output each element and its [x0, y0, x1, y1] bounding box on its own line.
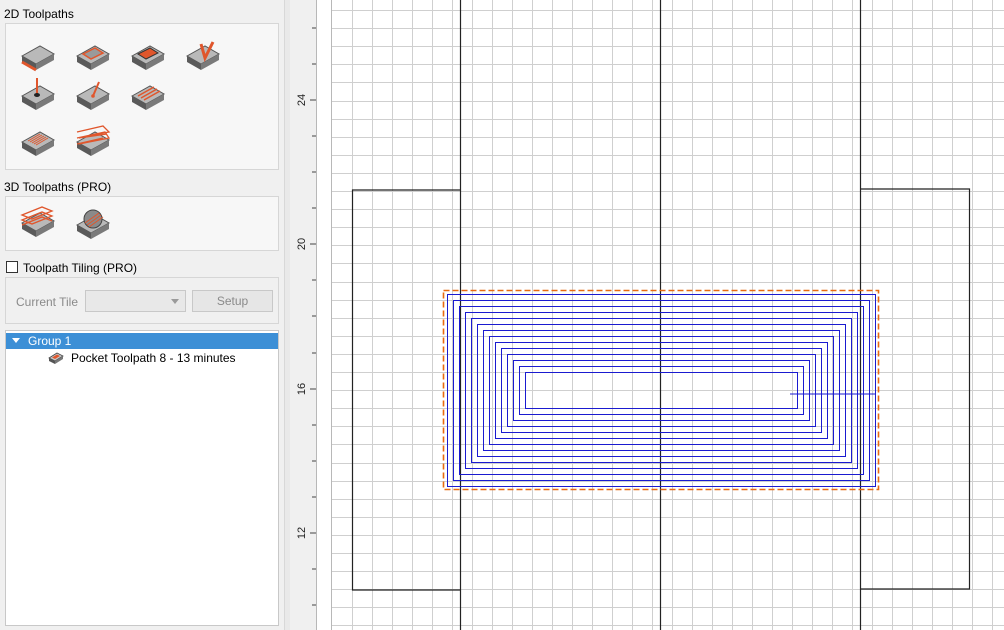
v-carve-toolpath-icon[interactable] [181, 34, 225, 78]
current-tile-label: Current Tile [16, 295, 79, 309]
tree-group-row[interactable]: Group 1 [6, 333, 278, 349]
setup-button[interactable]: Setup [192, 290, 273, 312]
fluting-toolpath-icon[interactable] [16, 120, 60, 164]
chevron-down-icon [171, 299, 179, 304]
2d-toolpaths-box [5, 23, 279, 170]
tree-group-label: Group 1 [28, 334, 72, 348]
ruler-label-24: 24 [296, 94, 308, 106]
tiling-options-box: Current Tile Setup [5, 277, 279, 324]
3d-roughing-toolpath-icon[interactable] [16, 201, 60, 245]
profile-toolpath-icon[interactable] [16, 34, 60, 78]
texture-toolpath-icon[interactable] [126, 74, 170, 118]
vertical-ruler: 24 20 16 12 [290, 0, 316, 630]
pocket-toolpath-icon[interactable] [71, 34, 115, 78]
ruler-label-12: 12 [296, 527, 308, 539]
vector-right-rectangle[interactable] [860, 188, 971, 590]
3d-finishing-toolpath-icon[interactable] [71, 201, 115, 245]
toolpath-tree: Group 1 Pocket Toolpath 8 - 13 minutes [5, 330, 279, 626]
2d-toolpaths-title: 2D Toolpaths [4, 7, 74, 21]
prism-carving-toolpath-icon[interactable] [71, 120, 115, 164]
toolpath-tiling-checkbox[interactable] [6, 261, 18, 273]
ruler-label-16: 16 [296, 383, 308, 395]
3d-toolpaths-title: 3D Toolpaths (PRO) [4, 180, 112, 194]
canvas-drawing [332, 0, 1004, 630]
pocket-toolpath-item-icon [48, 352, 64, 364]
ruler-ticks: 24 20 16 12 [296, 27, 316, 606]
inlay-toolpath-icon[interactable] [71, 74, 115, 118]
tree-toolpath-label: Pocket Toolpath 8 - 13 minutes [71, 351, 236, 365]
current-tile-select[interactable] [85, 290, 186, 312]
ruler-label-20: 20 [296, 238, 308, 250]
toolpaths-panel: 2D Toolpaths 3D Toolpaths (PRO) Toolpath… [0, 0, 284, 630]
toolpath-tiling-label: Toolpath Tiling (PRO) [23, 261, 138, 275]
expand-arrow-icon[interactable] [12, 338, 20, 343]
drawing-canvas[interactable] [332, 0, 1004, 630]
drilling-toolpath-icon[interactable] [16, 74, 60, 118]
ruler-gutter [316, 0, 332, 630]
canvas-grid [332, 0, 1004, 630]
3d-toolpaths-box [5, 196, 279, 251]
quick-engrave-toolpath-icon[interactable] [126, 34, 170, 78]
